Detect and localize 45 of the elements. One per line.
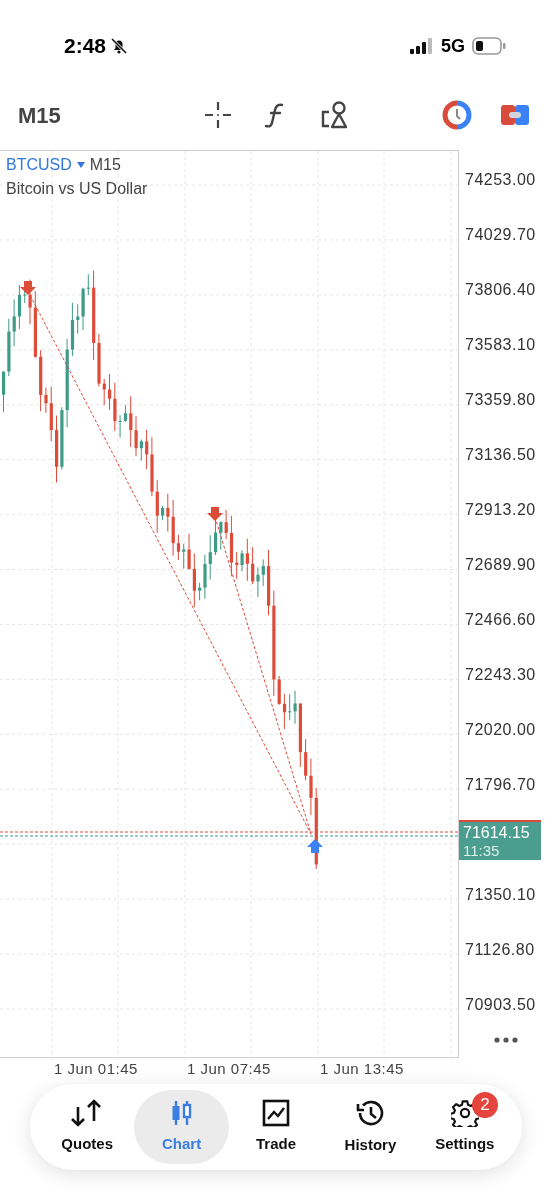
clock-ring-icon[interactable] xyxy=(442,100,472,130)
price-label: 72020.00 xyxy=(464,720,537,740)
network-label: 5G xyxy=(441,34,465,58)
price-label: 73136.50 xyxy=(464,445,537,465)
price-label: 70903.50 xyxy=(464,995,537,1015)
notification-badge: 2 xyxy=(472,1092,499,1118)
tab-item[interactable]: History xyxy=(323,1090,418,1164)
buy-arrow-icon xyxy=(307,839,323,853)
time-label: 1 Jun 13:45 xyxy=(320,1059,405,1079)
status-time: 2:48 xyxy=(64,33,107,60)
sell-arrow-icon xyxy=(207,507,223,521)
price-label: 72689.90 xyxy=(464,555,537,575)
price-label: 72243.30 xyxy=(464,665,537,685)
price-label: 71126.80 xyxy=(464,940,536,960)
tab-item[interactable]: Settings 2 xyxy=(417,1090,513,1164)
time-label: 1 Jun 01:45 xyxy=(54,1059,139,1079)
more-icon[interactable] xyxy=(494,1037,518,1043)
candlestick-icon xyxy=(170,1098,193,1127)
tab-item[interactable]: Trade xyxy=(228,1090,324,1164)
price-label: 72913.20 xyxy=(464,500,537,520)
timeframe-label[interactable]: M15 xyxy=(18,98,204,132)
battery-icon xyxy=(472,37,506,55)
caret-icon[interactable] xyxy=(76,162,85,168)
symbol-description: Bitcoin vs US Dollar xyxy=(6,179,148,199)
current-price: 71614.15 xyxy=(463,823,531,842)
signal-icon xyxy=(410,38,434,54)
bar-timer: 11:35 xyxy=(463,841,501,859)
tab-item[interactable]: Quotes xyxy=(40,1090,135,1164)
shapes-icon[interactable] xyxy=(320,100,350,130)
price-label: 72466.60 xyxy=(464,610,537,630)
price-label: 73359.80 xyxy=(464,390,537,410)
time-label: 1 Jun 07:45 xyxy=(187,1059,272,1079)
crosshair-icon[interactable] xyxy=(204,101,232,129)
price-label: 73806.40 xyxy=(464,280,537,300)
price-label: 74029.70 xyxy=(464,225,537,245)
sell-arrow-icon xyxy=(20,281,36,295)
price-label: 71796.70 xyxy=(464,775,537,795)
line-chart-icon xyxy=(262,1098,290,1127)
bell-slash-icon xyxy=(110,37,129,55)
symbol-name[interactable]: BTCUSD xyxy=(6,153,72,177)
chart-timeframe: M15 xyxy=(89,155,121,175)
price-label: 73583.10 xyxy=(464,335,537,355)
price-label: 74253.00 xyxy=(464,170,537,190)
trade-toggle-icon[interactable] xyxy=(500,103,530,127)
price-label: 71350.10 xyxy=(464,885,537,905)
